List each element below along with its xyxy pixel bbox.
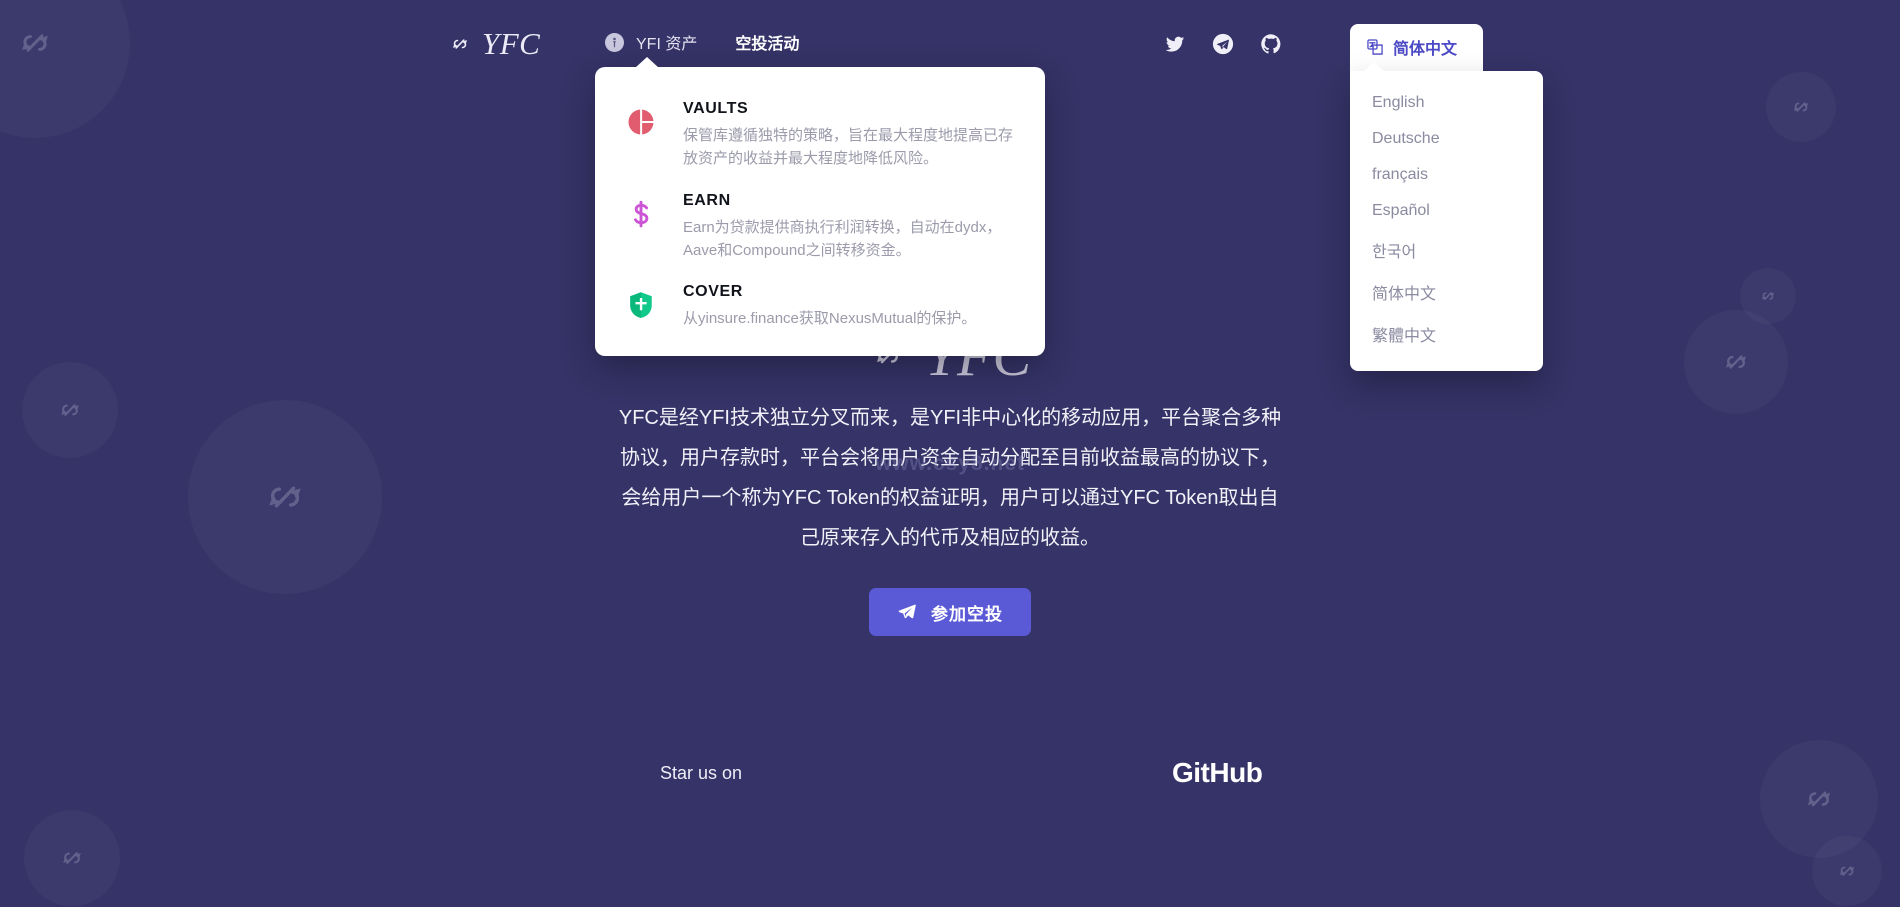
dollar-sign-icon: [621, 192, 661, 229]
language-option-english[interactable]: English: [1350, 85, 1543, 121]
brand-logo[interactable]: YFC: [448, 26, 540, 62]
product-description: 从yinsure.finance获取NexusMutual的保护。: [683, 310, 977, 327]
main-navigation: YFI 资产 空投活动: [605, 30, 799, 54]
language-option-francais[interactable]: français: [1350, 157, 1543, 193]
language-option-traditional-chinese[interactable]: 繁體中文: [1350, 313, 1543, 355]
nav-item-label: YFI 资产: [636, 36, 698, 53]
products-dropdown-menu: VAULTS 保管库遵循独特的策略，旨在最大程度地提高已存放资产的收益并最大程度…: [595, 56, 1045, 357]
github-icon[interactable]: [1260, 33, 1282, 55]
join-airdrop-button[interactable]: 参加空投: [869, 588, 1031, 636]
paper-plane-icon: [898, 604, 916, 619]
product-title: EARN: [683, 191, 731, 209]
nav-item-airdrop[interactable]: 空投活动: [735, 30, 799, 54]
chain-link-icon: [452, 39, 468, 49]
language-options-list: English Deutsche français Español 한국어 简体…: [1350, 62, 1543, 371]
shield-icon: [621, 283, 661, 320]
language-option-simplified-chinese[interactable]: 简体中文: [1350, 271, 1543, 313]
join-airdrop-label: 参加空投: [931, 604, 1003, 624]
product-item-vaults[interactable]: VAULTS 保管库遵循独特的策略，旨在最大程度地提高已存放资产的收益并最大程度…: [621, 93, 1019, 185]
language-option-espanol[interactable]: Español: [1350, 193, 1543, 229]
product-description: 保管库遵循独特的策略，旨在最大程度地提高已存放资产的收益并最大程度地降低风险。: [683, 127, 1014, 168]
info-glyph: [613, 37, 616, 47]
nav-item-label: 空投活动: [735, 36, 800, 53]
language-selected-label: 简体中文: [1393, 41, 1458, 58]
product-description: Earn为贷款提供商执行利润转换，自动在dydx，Aave和Compound之间…: [683, 218, 1002, 259]
language-selector: 简体中文 English Deutsche français Español 한…: [1350, 24, 1543, 371]
twitter-icon[interactable]: [1164, 33, 1186, 55]
footer: Star us on GitHub: [0, 750, 1900, 810]
product-title: COVER: [683, 283, 743, 300]
product-item-cover[interactable]: COVER 从yinsure.finance获取NexusMutual的保护。: [621, 276, 1019, 334]
brand-label: YFC: [482, 26, 541, 61]
hero-description: YFC是经YFI技术独立分叉而来，是YFI非中心化的移动应用，平台聚合多种协议，…: [618, 407, 1282, 549]
product-title: VAULTS: [683, 100, 749, 117]
footer-star-text: Star us on: [660, 763, 743, 783]
social-links: [1164, 33, 1282, 55]
footer-github-link[interactable]: GitHub: [1172, 757, 1263, 789]
info-circle-icon: [605, 32, 624, 52]
product-item-earn[interactable]: EARN Earn为贷款提供商执行利润转换，自动在dydx，Aave和Compo…: [621, 185, 1019, 277]
vault-pie-icon: [621, 100, 661, 137]
language-globe-icon: [1367, 39, 1383, 55]
nav-item-yfi-assets[interactable]: YFI 资产: [605, 30, 697, 54]
language-option-korean[interactable]: 한국어: [1350, 229, 1543, 271]
telegram-icon[interactable]: [1212, 33, 1234, 55]
language-option-deutsche[interactable]: Deutsche: [1350, 121, 1543, 157]
